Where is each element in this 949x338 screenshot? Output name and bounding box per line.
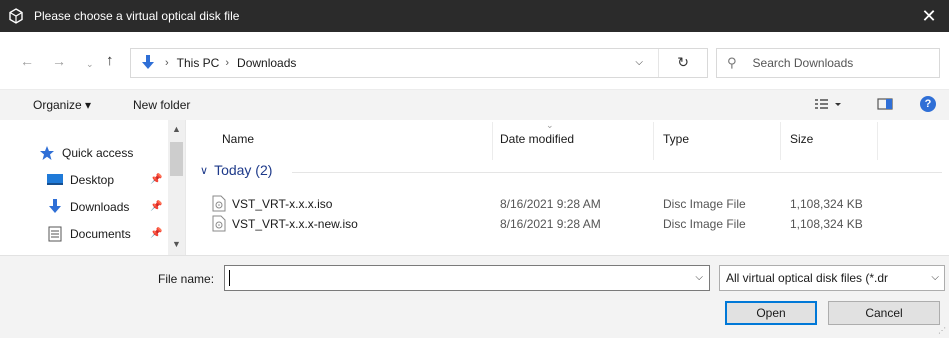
file-list: ⌄ Name Date modified Type Size ∨ Today (… [186,120,949,255]
pin-icon[interactable]: 📌 [150,174,162,185]
search-box[interactable]: ⚲ Search Downloads [716,48,940,78]
table-row[interactable]: VST_VRT-x.x.x.iso 8/16/2021 9:28 AM Disc… [186,194,949,214]
file-name-dropdown-icon[interactable]: ⌵ [695,272,703,283]
download-folder-icon [137,55,159,71]
file-type-filter-select[interactable]: All virtual optical disk files (*.dr ⌵ [719,265,945,291]
star-icon [38,145,56,161]
nav-item-quick-access[interactable]: Quick access [38,143,133,163]
breadcrumb-this-pc[interactable]: This PC [177,56,220,70]
title-bar: Please choose a virtual optical disk fil… [0,0,949,32]
group-header-today[interactable]: ∨ Today (2) [200,162,942,178]
address-bar[interactable]: › This PC › Downloads ⌵ ↻ [130,48,708,78]
divider [658,49,659,77]
filter-dropdown-icon: ⌵ [931,272,939,283]
nav-item-label: Quick access [62,146,134,160]
virtualbox-icon [8,8,24,24]
command-toolbar: Organize ▾ New folder ? [0,90,949,120]
column-header-size[interactable]: Size [790,132,813,146]
file-date: 8/16/2021 9:28 AM [500,217,601,231]
pin-icon[interactable]: 📌 [150,228,162,239]
group-label: Today (2) [214,162,273,178]
address-dropdown-icon[interactable]: ⌵ [635,57,643,68]
disc-image-file-icon [212,195,226,212]
address-row: ← → ⌄ ↑ › This PC › Downloads ⌵ ↻ ⚲ Sear… [0,32,949,90]
file-size: 1,108,324 KB [790,197,863,211]
refresh-icon[interactable]: ↻ [677,54,689,71]
file-name-field[interactable]: ⌵ [224,265,710,291]
table-row[interactable]: VST_VRT-x.x.x-new.iso 8/16/2021 9:28 AM … [186,214,949,234]
filter-value: All virtual optical disk files (*.dr [726,271,889,285]
back-arrow-icon[interactable]: ← [20,54,34,68]
disc-image-file-icon [212,215,226,232]
text-caret [229,270,230,286]
column-divider[interactable] [780,122,781,160]
column-divider[interactable] [492,122,493,160]
close-button[interactable]: ✕ [909,0,949,32]
file-size: 1,108,324 KB [790,217,863,231]
view-options-icon[interactable] [815,96,845,115]
file-date: 8/16/2021 9:28 AM [500,197,601,211]
recent-locations-chevron-icon[interactable]: ⌄ [86,57,94,71]
column-divider[interactable] [877,122,878,160]
organize-button[interactable]: Organize ▾ [33,98,91,112]
window-title: Please choose a virtual optical disk fil… [34,9,240,23]
new-folder-button[interactable]: New folder [133,98,190,112]
file-name-label: File name: [158,272,215,286]
nav-item-label: Documents [70,227,131,241]
breadcrumb-separator: › [225,57,230,69]
search-icon: ⚲ [727,55,737,70]
up-arrow-icon[interactable]: ↑ [106,53,114,68]
nav-scrollbar[interactable]: ▲ ▼ [168,120,185,255]
column-divider[interactable] [653,122,654,160]
sort-chevron-icon: ⌄ [546,120,554,130]
download-arrow-icon [46,199,64,215]
nav-item-label: Desktop [70,173,115,187]
bottom-panel: File name: ⌵ All virtual optical disk fi… [0,255,949,338]
nav-item-documents[interactable]: Documents [46,224,131,244]
close-icon: ✕ [921,5,937,26]
nav-item-downloads[interactable]: Downloads [46,197,129,217]
help-icon[interactable]: ? [920,96,936,112]
cancel-button[interactable]: Cancel [828,301,940,325]
resize-grip-icon[interactable]: ⋰ [938,326,946,335]
file-type: Disc Image File [663,217,746,231]
nav-item-desktop[interactable]: Desktop [46,170,114,190]
search-input[interactable]: Search Downloads [753,56,854,70]
preview-pane-icon[interactable] [877,96,893,115]
group-divider [292,172,942,173]
breadcrumb-downloads[interactable]: Downloads [237,56,296,70]
open-button[interactable]: Open [725,301,817,325]
pin-icon[interactable]: 📌 [150,201,162,212]
column-header-type[interactable]: Type [663,132,689,146]
scroll-thumb[interactable] [170,142,183,176]
nav-item-label: Downloads [70,200,130,214]
chevron-down-icon: ∨ [200,164,209,177]
breadcrumb-separator: › [165,57,169,69]
file-name: VST_VRT-x.x.x.iso [232,197,333,211]
scroll-up-icon[interactable]: ▲ [172,124,181,134]
forward-arrow-icon[interactable]: → [52,54,66,68]
file-type: Disc Image File [663,197,746,211]
file-name: VST_VRT-x.x.x-new.iso [232,217,358,231]
scroll-down-icon[interactable]: ▼ [172,239,181,249]
navigation-pane: Quick access Desktop 📌 Downloads 📌 Docum… [0,120,186,255]
column-header-date[interactable]: Date modified [500,132,574,146]
desktop-icon [46,172,64,188]
column-header-name[interactable]: Name [222,132,254,146]
document-icon [46,226,64,242]
